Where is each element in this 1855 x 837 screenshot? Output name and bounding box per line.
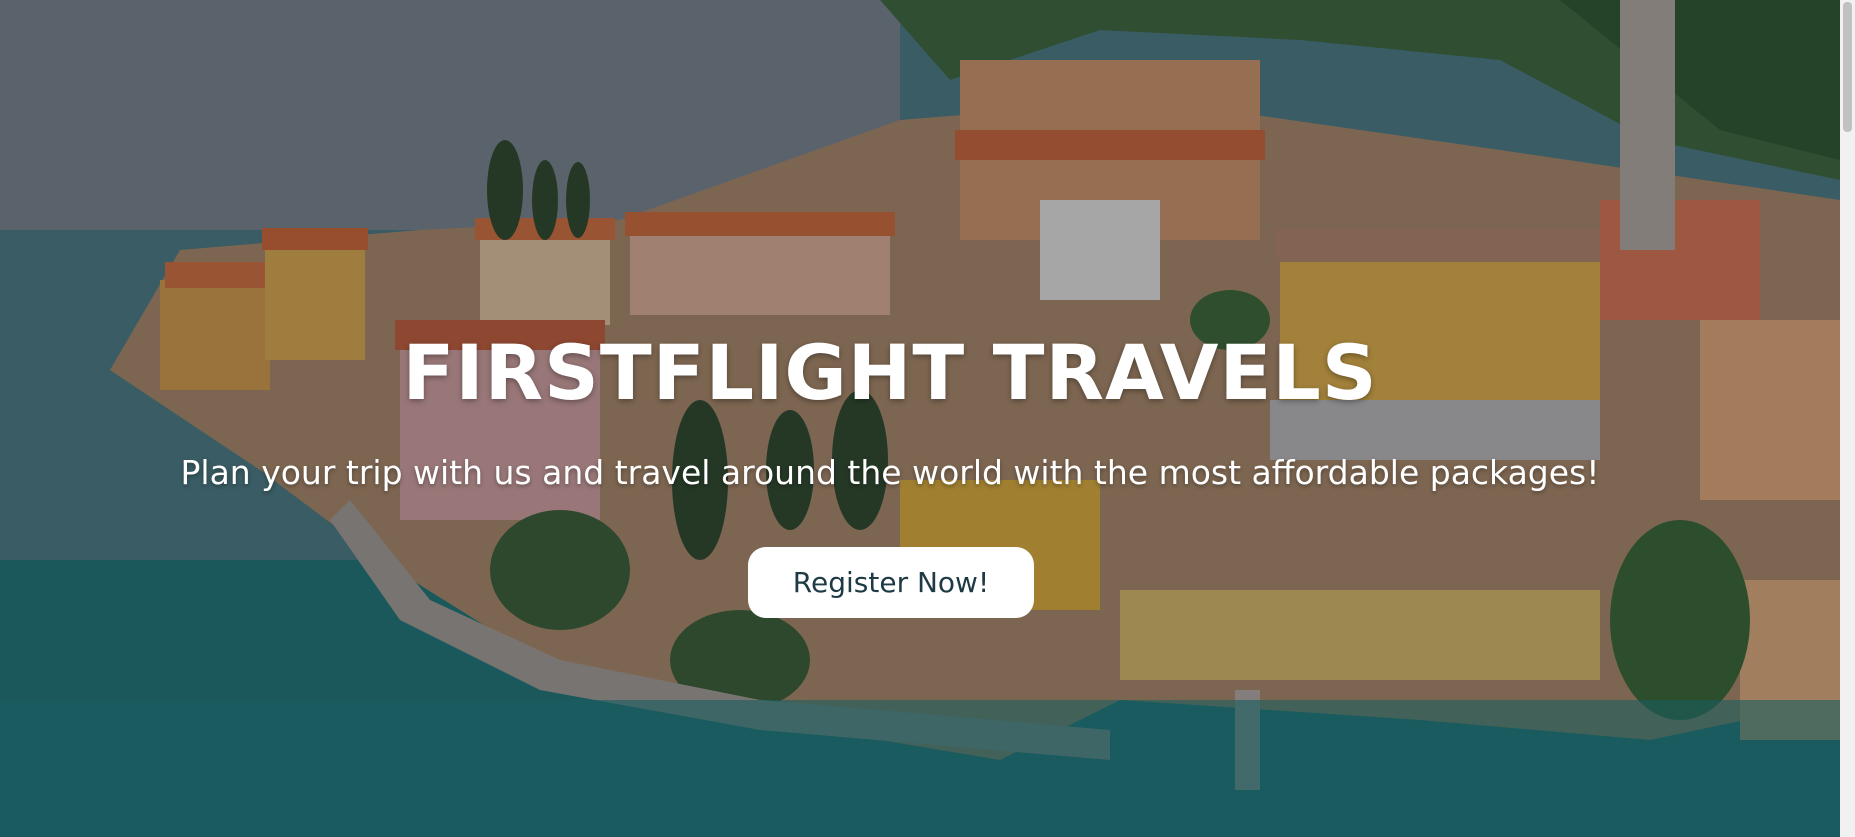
vertical-scrollbar[interactable] [1840, 0, 1855, 837]
hero-subtitle: Plan your trip with us and travel around… [180, 453, 1600, 492]
register-now-button[interactable]: Register Now! [748, 547, 1034, 618]
page-title: FIRSTFLIGHT TRAVELS [402, 328, 1378, 417]
scrollbar-thumb[interactable] [1843, 2, 1852, 132]
hero-content: FIRSTFLIGHT TRAVELS Plan your trip with … [0, 0, 1840, 837]
hero-section: FIRSTFLIGHT TRAVELS Plan your trip with … [0, 0, 1840, 837]
